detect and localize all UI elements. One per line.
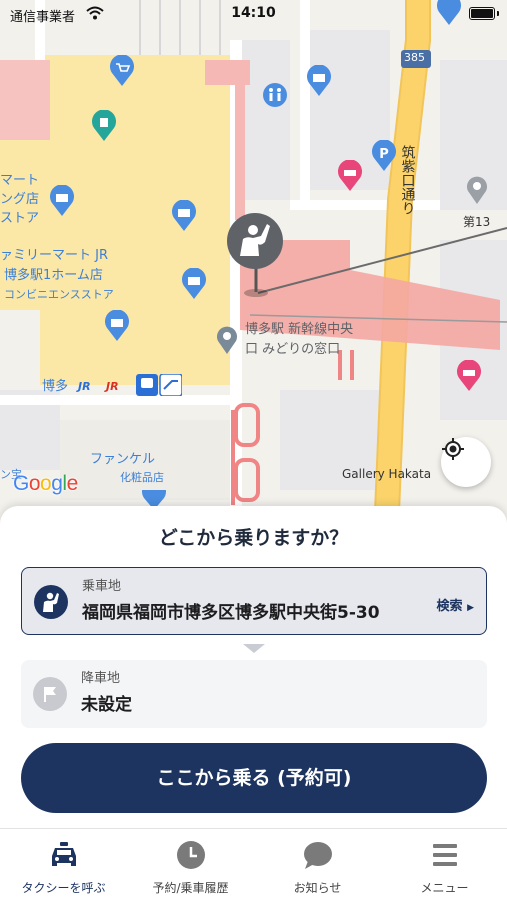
pickup-caption: 乗車地 [82, 579, 122, 594]
store-pin-icon-4[interactable] [180, 268, 208, 300]
dropoff-value: 未設定 [81, 695, 132, 715]
map-label-store: ストア [0, 211, 40, 226]
landmark-pin-icon[interactable] [90, 110, 118, 142]
chat-bubble-icon [304, 842, 332, 869]
dropoff-caption: 降車地 [81, 671, 121, 686]
route-number: 385 [404, 51, 425, 64]
caret-right-icon: ▶ [467, 603, 474, 613]
map-label-chikushi-street: 筑紫口通り [399, 145, 416, 215]
hotel-pin-icon[interactable] [336, 160, 364, 192]
tab-label-notifications: お知らせ [293, 881, 342, 895]
crosshair-icon [442, 438, 464, 460]
battery-tip [497, 11, 499, 16]
sheet-title: どこから乗りますか？ [158, 527, 349, 549]
tab-bar: タクシーを呼ぶ 予約/乗車履歴 お知らせ メニュー [0, 828, 507, 900]
restroom-icon[interactable] [262, 82, 288, 108]
search-button[interactable]: 検索 ▶ [437, 595, 474, 614]
map-label-mart: マート [0, 173, 40, 188]
map-label-hakata: 博多 [42, 379, 69, 394]
map-label-hakata-1home: 博多駅1ホーム店 [4, 268, 103, 283]
tab-call-taxi[interactable]: タクシーを呼ぶ [0, 829, 127, 900]
pickup-marker-icon[interactable] [225, 212, 285, 302]
map-label-shinkansen-2: 口 みどりの窓口 [245, 342, 341, 357]
gray-pin-icon[interactable] [465, 175, 489, 205]
map-label-gallery: Gallery Hakata [342, 467, 432, 481]
map-label-familymart: ァミリーマート JR [0, 248, 108, 263]
locate-me-button[interactable] [441, 437, 491, 487]
tab-label-call-taxi: タクシーを呼ぶ [21, 881, 106, 895]
flag-icon [33, 677, 67, 711]
tab-label-menu: メニュー [420, 881, 469, 895]
tab-notifications[interactable]: お知らせ [254, 829, 381, 900]
person-raising-hand-icon [34, 585, 68, 619]
battery-icon [469, 7, 495, 20]
tab-label-history: 予約/乗車履歴 [152, 881, 229, 895]
map-label-cosmetics: 化粧品店 [120, 471, 164, 484]
store-pin-icon-2[interactable] [48, 185, 76, 217]
taxi-icon [52, 842, 76, 866]
parking-pin-icon[interactable]: P [370, 140, 398, 172]
pickup-to-dropoff-arrow [243, 644, 265, 653]
map-label-ng-store: ング店 [0, 192, 40, 207]
location-pin-icon[interactable] [215, 325, 239, 355]
tab-menu[interactable]: メニュー [381, 829, 507, 900]
hotel-pin-icon-2[interactable] [455, 360, 483, 392]
clock-icon [177, 841, 205, 869]
dropoff-location-card[interactable]: 降車地 未設定 [21, 660, 487, 728]
tab-history[interactable]: 予約/乗車履歴 [127, 829, 254, 900]
ride-from-here-button[interactable]: ここから乗る (予約可) [21, 743, 487, 813]
svg-text:P: P [379, 147, 389, 162]
map-view[interactable]: P 385 マート ング店 ストア ァミリーマート JR 博多駅1ホーム店 コン… [0, 0, 507, 560]
google-logo: Google [13, 472, 78, 495]
train-station-icon [136, 374, 182, 396]
shopping-cart-icon[interactable] [108, 55, 136, 87]
map-label-convenience: コンビニエンスストア [4, 288, 114, 301]
status-time: 14:10 [231, 5, 276, 21]
map-label-fancl: ファンケル [90, 452, 156, 467]
menu-icon [433, 844, 457, 866]
map-label-shinkansen-1: 博多駅 新幹線中央 [245, 322, 354, 337]
jr-logo-2: JR [106, 380, 119, 393]
pickup-location-card[interactable]: 乗車地 福岡県福岡市博多区博多駅中央街5-30 検索 ▶ [21, 567, 487, 635]
jr-logo-1: JR [78, 380, 91, 393]
pickup-address: 福岡県福岡市博多区博多駅中央街5-30 [82, 603, 380, 623]
store-pin-icon[interactable] [305, 65, 333, 97]
map-label-dai13: 第13 [463, 215, 491, 229]
store-pin-icon-5[interactable] [103, 310, 131, 342]
store-pin-icon-3[interactable] [170, 200, 198, 232]
status-bar: 通信事業者 14:10 [0, 0, 507, 30]
